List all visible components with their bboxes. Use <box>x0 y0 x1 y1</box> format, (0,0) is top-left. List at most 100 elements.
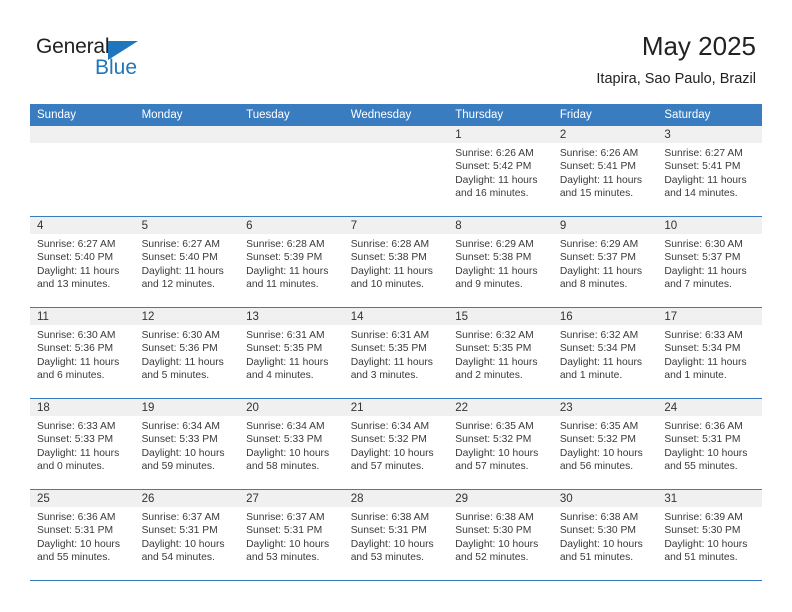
calendar-day-cell[interactable]: 25 Sunrise: 6:36 AM Sunset: 5:31 PM Dayligh… <box>30 489 135 581</box>
day-details: Sunrise: 6:30 AM Sunset: 5:37 PM Daylight:… <box>657 234 762 292</box>
calendar-cell-empty <box>30 126 135 217</box>
daylight-duration-line2: and 11 minutes. <box>246 279 319 291</box>
sunrise-time: Sunrise: 6:30 AM <box>37 330 116 341</box>
calendar-day-cell[interactable]: 19 Sunrise: 6:34 AM Sunset: 5:33 PM Dayligh… <box>134 398 240 490</box>
day-number: 17 <box>657 308 762 325</box>
weekday-header-saturday: Saturday <box>657 104 762 126</box>
logo-text-blue: Blue <box>95 56 138 79</box>
day-details: Sunrise: 6:31 AM Sunset: 5:35 PM Daylight:… <box>239 325 344 383</box>
calendar-day-cell[interactable]: 12 Sunrise: 6:30 AM Sunset: 5:36 PM Dayligh… <box>134 307 240 399</box>
day-details: Sunrise: 6:36 AM Sunset: 5:31 PM Daylight:… <box>657 416 762 474</box>
calendar-day-cell[interactable]: 18 Sunrise: 6:33 AM Sunset: 5:33 PM Dayligh… <box>30 398 135 490</box>
sunset-time: Sunset: 5:33 PM <box>246 434 323 446</box>
day-number: 25 <box>30 490 135 507</box>
title-block: May 2025 Itapira, Sao Paulo, Brazil <box>596 30 756 89</box>
day-details: Sunrise: 6:34 AM Sunset: 5:33 PM Daylight:… <box>135 416 240 474</box>
day-cell-inner: 10 Sunrise: 6:30 AM Sunset: 5:37 PM Dayligh… <box>657 217 762 307</box>
sunset-time: Sunset: 5:33 PM <box>141 434 218 446</box>
day-details: Sunrise: 6:32 AM Sunset: 5:34 PM Daylight:… <box>553 325 658 383</box>
day-number: 18 <box>30 399 135 416</box>
day-details: Sunrise: 6:38 AM Sunset: 5:30 PM Daylight:… <box>553 507 658 565</box>
weekday-header-monday: Monday <box>134 104 240 126</box>
calendar-day-cell[interactable]: 29 Sunrise: 6:38 AM Sunset: 5:30 PM Dayligh… <box>448 489 553 581</box>
calendar-day-cell[interactable]: 17 Sunrise: 6:33 AM Sunset: 5:34 PM Dayligh… <box>657 307 762 399</box>
page-title: May 2025 <box>641 31 756 61</box>
daylight-duration-line1: Daylight: 11 hours <box>664 356 747 368</box>
calendar-day-cell[interactable]: 27 Sunrise: 6:37 AM Sunset: 5:31 PM Dayligh… <box>239 489 344 581</box>
day-number: 22 <box>448 399 553 416</box>
sunrise-time: Sunrise: 6:37 AM <box>141 512 220 523</box>
calendar-day-cell[interactable]: 30 Sunrise: 6:38 AM Sunset: 5:30 PM Dayligh… <box>552 489 658 581</box>
sunrise-time: Sunrise: 6:26 AM <box>559 148 639 159</box>
calendar-day-cell[interactable]: 15 Sunrise: 6:32 AM Sunset: 5:35 PM Dayligh… <box>448 307 553 399</box>
location-subtitle: Itapira, Sao Paulo, Brazil <box>596 71 756 87</box>
sunrise-time: Sunrise: 6:34 AM <box>246 421 325 432</box>
day-details: Sunrise: 6:36 AM Sunset: 5:31 PM Daylight:… <box>30 507 135 565</box>
sunrise-time: Sunrise: 6:36 AM <box>37 512 116 523</box>
day-number: 23 <box>552 399 658 416</box>
day-details: Sunrise: 6:35 AM Sunset: 5:32 PM Daylight:… <box>553 416 658 474</box>
calendar-day-cell[interactable]: 3 Sunrise: 6:27 AM Sunset: 5:41 PM Daylight… <box>657 126 762 217</box>
calendar-day-cell[interactable]: 2 Sunrise: 6:26 AM Sunset: 5:41 PM Daylight… <box>552 126 658 217</box>
generalblue-logo[interactable]: General Blue <box>36 36 226 84</box>
day-number: 8 <box>448 217 553 234</box>
sunset-time: Sunset: 5:35 PM <box>455 343 532 355</box>
daylight-duration-line2: and 51 minutes. <box>559 552 634 564</box>
sunset-time: Sunset: 5:34 PM <box>664 343 741 355</box>
calendar-day-cell[interactable]: 21 Sunrise: 6:34 AM Sunset: 5:32 PM Dayligh… <box>343 398 449 490</box>
day-cell-inner: 7 Sunrise: 6:28 AM Sunset: 5:38 PM Daylight… <box>343 217 449 307</box>
weekday-header-thursday: Thursday <box>448 104 553 126</box>
calendar-day-cell[interactable]: 28 Sunrise: 6:38 AM Sunset: 5:31 PM Dayligh… <box>343 489 449 581</box>
calendar-day-cell[interactable]: 7 Sunrise: 6:28 AM Sunset: 5:38 PM Daylight… <box>343 216 449 308</box>
day-number: 28 <box>343 490 449 507</box>
day-cell-inner: 2 Sunrise: 6:26 AM Sunset: 5:41 PM Daylight… <box>552 126 658 216</box>
daylight-duration-line2: and 7 minutes. <box>664 279 732 291</box>
calendar-day-cell[interactable]: 23 Sunrise: 6:35 AM Sunset: 5:32 PM Dayligh… <box>552 398 658 490</box>
calendar-day-cell[interactable]: 11 Sunrise: 6:30 AM Sunset: 5:36 PM Dayligh… <box>30 307 135 399</box>
calendar-day-cell[interactable]: 24 Sunrise: 6:36 AM Sunset: 5:31 PM Dayligh… <box>657 398 762 490</box>
sunset-time: Sunset: 5:31 PM <box>141 525 218 537</box>
daylight-duration-line2: and 14 minutes. <box>664 188 738 200</box>
day-cell-inner: 26 Sunrise: 6:37 AM Sunset: 5:31 PM Dayligh… <box>134 490 240 580</box>
calendar-day-cell[interactable]: 13 Sunrise: 6:31 AM Sunset: 5:35 PM Dayligh… <box>239 307 344 399</box>
day-details: Sunrise: 6:34 AM Sunset: 5:32 PM Daylight:… <box>344 416 449 474</box>
day-cell-inner: 22 Sunrise: 6:35 AM Sunset: 5:32 PM Dayligh… <box>448 399 553 489</box>
day-number: 5 <box>134 217 240 234</box>
sunset-time: Sunset: 5:32 PM <box>455 434 532 446</box>
daylight-duration-line2: and 12 minutes. <box>141 279 215 291</box>
calendar-day-cell[interactable]: 1 Sunrise: 6:26 AM Sunset: 5:42 PM Daylight… <box>448 126 553 217</box>
sunset-time: Sunset: 5:35 PM <box>246 343 323 355</box>
day-details: Sunrise: 6:38 AM Sunset: 5:30 PM Daylight:… <box>448 507 553 565</box>
calendar-day-cell[interactable]: 5 Sunrise: 6:27 AM Sunset: 5:40 PM Daylight… <box>134 216 240 308</box>
calendar-day-cell[interactable]: 14 Sunrise: 6:31 AM Sunset: 5:35 PM Dayligh… <box>343 307 449 399</box>
calendar-day-cell[interactable]: 26 Sunrise: 6:37 AM Sunset: 5:31 PM Dayligh… <box>134 489 240 581</box>
calendar-day-cell[interactable]: 10 Sunrise: 6:30 AM Sunset: 5:37 PM Dayligh… <box>657 216 762 308</box>
daylight-duration-line2: and 6 minutes. <box>37 370 105 382</box>
calendar-day-cell[interactable]: 9 Sunrise: 6:29 AM Sunset: 5:37 PM Daylight… <box>552 216 658 308</box>
sunrise-time: Sunrise: 6:26 AM <box>455 148 534 159</box>
calendar-day-cell[interactable]: 16 Sunrise: 6:32 AM Sunset: 5:34 PM Dayligh… <box>552 307 658 399</box>
calendar-day-cell[interactable]: 8 Sunrise: 6:29 AM Sunset: 5:38 PM Daylight… <box>448 216 553 308</box>
daylight-duration-line1: Daylight: 10 hours <box>559 538 643 550</box>
daylight-duration-line2: and 51 minutes. <box>664 552 738 564</box>
calendar-grid: Sunday Monday Tuesday Wednesday Thursday… <box>30 104 762 581</box>
daylight-duration-line2: and 13 minutes. <box>37 279 111 291</box>
daylight-duration-line2: and 4 minutes. <box>246 370 314 382</box>
day-cell-inner <box>343 126 449 216</box>
calendar-day-cell[interactable]: 31 Sunrise: 6:39 AM Sunset: 5:30 PM Dayligh… <box>657 489 762 581</box>
day-number: 19 <box>134 399 240 416</box>
sunrise-time: Sunrise: 6:33 AM <box>37 421 116 432</box>
calendar-day-cell[interactable]: 4 Sunrise: 6:27 AM Sunset: 5:40 PM Daylight… <box>30 216 135 308</box>
calendar-day-cell[interactable]: 20 Sunrise: 6:34 AM Sunset: 5:33 PM Dayligh… <box>239 398 344 490</box>
sunset-time: Sunset: 5:41 PM <box>664 161 741 173</box>
daylight-duration-line1: Daylight: 10 hours <box>246 538 330 550</box>
sunrise-time: Sunrise: 6:32 AM <box>559 330 639 341</box>
calendar-week-row: 18 Sunrise: 6:33 AM Sunset: 5:33 PM Dayligh… <box>30 398 762 490</box>
daylight-duration-line2: and 15 minutes. <box>559 188 634 200</box>
weekday-header-tuesday: Tuesday <box>239 104 344 126</box>
daylight-duration-line1: Daylight: 10 hours <box>455 447 539 459</box>
calendar-day-cell[interactable]: 22 Sunrise: 6:35 AM Sunset: 5:32 PM Dayligh… <box>448 398 553 490</box>
sunrise-time: Sunrise: 6:31 AM <box>350 330 430 341</box>
sunrise-time: Sunrise: 6:35 AM <box>559 421 639 432</box>
calendar-day-cell[interactable]: 6 Sunrise: 6:28 AM Sunset: 5:39 PM Daylight… <box>239 216 344 308</box>
